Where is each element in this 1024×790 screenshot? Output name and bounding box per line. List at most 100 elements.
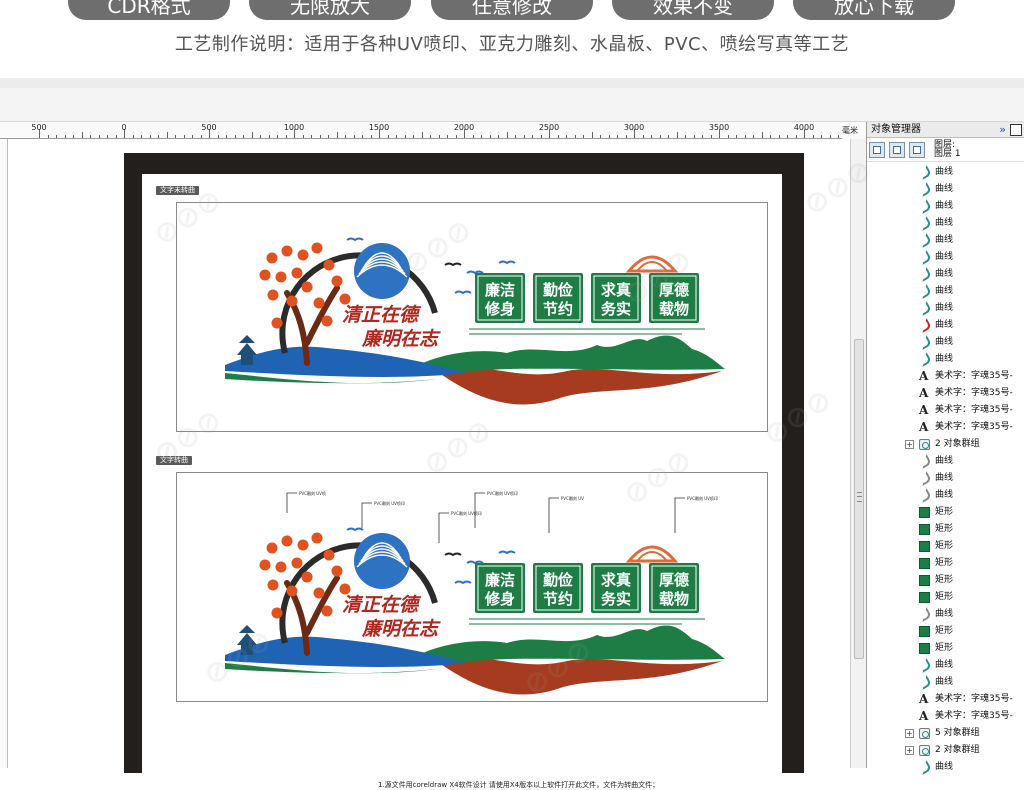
signboard-design[interactable]: 清正在德 廉明在志 廉洁 修身 勤俭 节约 求真 务实 厚德 载物	[176, 202, 768, 432]
ruler-minor-tick	[583, 135, 584, 138]
object-tree-item[interactable]: 曲线	[867, 300, 1024, 317]
object-tree-item[interactable]: 曲线	[867, 453, 1024, 470]
object-tree-label: 曲线	[935, 609, 954, 619]
rectangle-icon	[919, 524, 930, 535]
blossom-shape	[267, 289, 279, 301]
object-tree-item[interactable]: 矩形	[867, 555, 1024, 572]
object-tree-item[interactable]: +2 对象群组	[867, 436, 1024, 453]
ruler-label: 0	[121, 123, 127, 132]
object-tree-label: 矩形	[935, 558, 954, 568]
curve-icon	[916, 487, 933, 504]
object-tree-item[interactable]: A 美术字：字魂35号-	[867, 691, 1024, 708]
object-tree-item[interactable]: A 美术字：字魂35号-	[867, 402, 1024, 419]
scrollbar-thumb[interactable]	[854, 339, 864, 659]
object-tree-item[interactable]: 曲线	[867, 249, 1024, 266]
object-tree-item[interactable]: 曲线	[867, 164, 1024, 181]
ruler-minor-tick	[396, 135, 397, 138]
curve-icon	[916, 453, 933, 470]
curve-icon	[916, 215, 933, 232]
drawing-canvas[interactable]: 文字未转曲 清正在德 廉明在志 廉洁 修身 勤俭 节约 求真 务实 厚德 载物 文字转曲 清正在德 廉明在…	[8, 139, 850, 789]
object-tree-item[interactable]: 曲线	[867, 317, 1024, 334]
object-tree-item[interactable]: 曲线	[867, 181, 1024, 198]
signboard-design[interactable]: 清正在德 廉明在志 廉洁 修身 勤俭 节约 求真 务实 厚德 载物 PVC雕刻 UV喷 PVC雕刻 U…	[176, 472, 768, 702]
object-tree-label: 美术字：字魂35号-	[935, 405, 1013, 415]
object-tree-item[interactable]: 曲线	[867, 198, 1024, 215]
object-tree-item[interactable]: 曲线	[867, 606, 1024, 623]
object-tree-label: 美术字：字魂35号-	[935, 371, 1013, 381]
callout-leader	[548, 497, 559, 533]
vertical-scrollbar[interactable]	[850, 139, 866, 768]
object-tree-item[interactable]: 曲线	[867, 657, 1024, 674]
blossom-shape	[266, 252, 278, 264]
artistic-text-icon: A	[919, 386, 929, 400]
object-tree-item[interactable]: 曲线	[867, 470, 1024, 487]
object-tree-item[interactable]: A 美术字：字魂35号-	[867, 368, 1024, 385]
rectangle-icon	[919, 575, 930, 586]
panel-text-line-2: 节约	[543, 590, 573, 608]
horizontal-ruler[interactable]: 毫米 500 0 500 1000 1500 2000 2500 3000 3500 4000	[0, 122, 866, 139]
ruler-minor-tick	[702, 135, 703, 138]
vertical-ruler[interactable]	[0, 139, 8, 768]
object-tree-item[interactable]: A 美术字：字魂35号-	[867, 708, 1024, 725]
object-tree-item[interactable]: 曲线	[867, 266, 1024, 283]
ruler-minor-tick	[141, 135, 142, 138]
object-tree-item[interactable]: +2 对象群组	[867, 742, 1024, 759]
callout-label: PVC雕刻 UV喷	[299, 490, 326, 496]
scroll-grip-icon	[857, 492, 862, 502]
rectangle-icon	[919, 592, 930, 603]
object-tree-item[interactable]: A 美术字：字魂35号-	[867, 385, 1024, 402]
pavilion-base-shape	[241, 645, 253, 655]
ruler-minor-tick	[90, 135, 91, 138]
slogan-line-1: 清正在德	[342, 594, 422, 616]
object-tree-item[interactable]: 矩形	[867, 521, 1024, 538]
object-tree-item[interactable]: A 美术字：字魂35号-	[867, 419, 1024, 436]
blossom-shape	[291, 267, 303, 279]
ruler-minor-tick	[362, 135, 363, 138]
ruler-minor-tick	[64, 135, 66, 138]
object-tree-item[interactable]: 曲线	[867, 232, 1024, 249]
ruler-minor-tick	[481, 135, 482, 138]
ruler-minor-tick	[336, 132, 338, 138]
object-tree-item[interactable]: 矩形	[867, 640, 1024, 657]
object-tree-item[interactable]: 曲线	[867, 487, 1024, 504]
curve-icon	[916, 266, 933, 283]
object-tree-item[interactable]: 矩形	[867, 623, 1024, 640]
rectangle-icon	[919, 541, 930, 552]
ruler-minor-tick	[557, 135, 559, 138]
pavilion-shape	[237, 335, 257, 355]
object-tree-item[interactable]: 曲线	[867, 674, 1024, 691]
object-tree-item[interactable]: 矩形	[867, 538, 1024, 555]
ruler-minor-tick	[761, 132, 763, 138]
object-manager-panel: 对象管理器 » 图层: 图层 1 曲线 曲线 曲线 曲线 曲线 曲线 曲线 曲线 曲线 曲线 曲线曲…	[866, 122, 1024, 776]
object-tree-label: 2 对象群组	[935, 745, 980, 755]
blossom-shape	[286, 295, 298, 307]
ruler-minor-tick	[260, 135, 261, 138]
ruler-minor-tick	[200, 135, 202, 138]
banner-divider	[0, 78, 1024, 88]
ruler-minor-tick	[489, 135, 491, 138]
object-tree-item[interactable]: 矩形	[867, 572, 1024, 589]
expand-toggle-icon[interactable]: +	[905, 440, 914, 449]
ruler-minor-tick	[319, 135, 321, 138]
curve-icon	[916, 181, 933, 198]
object-tree-item[interactable]: 曲线	[867, 283, 1024, 300]
document-page[interactable]: 文字未转曲 清正在德 廉明在志 廉洁 修身 勤俭 节约 求真 务实 厚德 载物 文字转曲 清正在德 廉明在…	[142, 174, 782, 789]
object-tree-item[interactable]: 曲线	[867, 351, 1024, 368]
object-tree-item[interactable]: 曲线	[867, 334, 1024, 351]
ruler-label: 2500	[538, 123, 560, 132]
ruler-minor-tick	[838, 135, 839, 138]
object-tree-label: 美术字：字魂35号-	[935, 388, 1013, 398]
object-tree-item[interactable]: 矩形	[867, 504, 1024, 521]
ruler-minor-tick	[47, 135, 49, 138]
blossom-shape	[297, 539, 309, 551]
expand-toggle-icon[interactable]: +	[905, 729, 914, 738]
object-tree-item[interactable]: 曲线	[867, 215, 1024, 232]
panel-text-line-1: 勤俭	[543, 281, 573, 299]
object-tree-item[interactable]: 矩形	[867, 589, 1024, 606]
object-tree-item[interactable]: +5 对象群组	[867, 725, 1024, 742]
ruler-minor-tick	[795, 135, 797, 138]
pavilion-base-shape	[241, 355, 253, 365]
panel-text-line-1: 厚德	[659, 281, 689, 299]
expand-toggle-icon[interactable]: +	[905, 746, 914, 755]
blossom-shape	[339, 583, 351, 595]
